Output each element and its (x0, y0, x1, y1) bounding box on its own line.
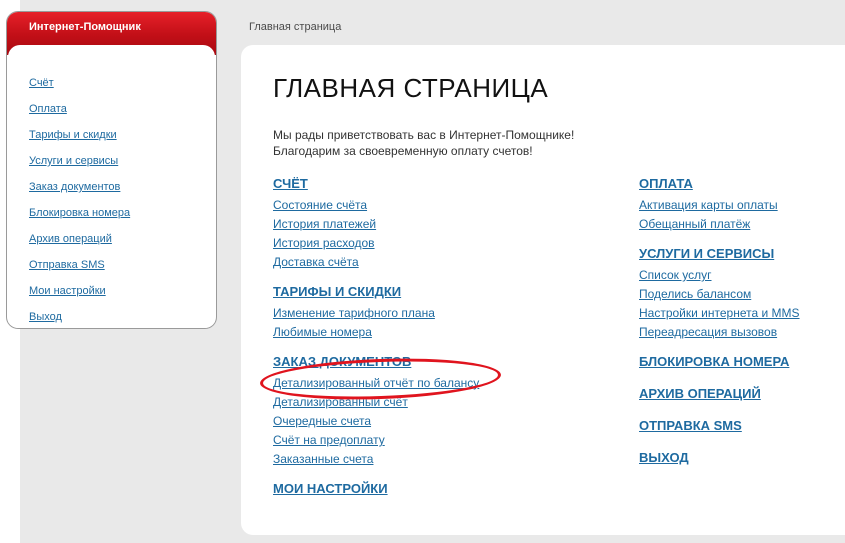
link-account-status[interactable]: Состояние счёта (273, 196, 479, 215)
link-ordered-bills[interactable]: Заказанные счета (273, 450, 479, 469)
sidebar-item-documents[interactable]: Заказ документов (29, 181, 120, 193)
sidebar-item-tariffs[interactable]: Тарифы и скидки (29, 129, 117, 141)
link-favorite-numbers[interactable]: Любимые номера (273, 323, 479, 342)
section-archive-title[interactable]: АРХИВ ОПЕРАЦИЙ (639, 386, 800, 406)
link-expense-history[interactable]: История расходов (273, 234, 479, 253)
link-detailed-bill[interactable]: Детализированный счёт (273, 393, 479, 412)
section-exit-title[interactable]: ВЫХОД (639, 450, 800, 470)
left-column: СЧЁТ Состояние счёта История платежей Ис… (273, 176, 479, 501)
section-tariffs-title[interactable]: ТАРИФЫ И СКИДКИ (273, 284, 479, 304)
page-title: ГЛАВНАЯ СТРАНИЦА (273, 73, 549, 103)
link-share-balance[interactable]: Поделись балансом (639, 285, 800, 304)
link-regular-bills[interactable]: Очередные счета (273, 412, 479, 431)
link-activate-payment-card[interactable]: Активация карты оплаты (639, 196, 800, 215)
section-payment-title[interactable]: ОПЛАТА (639, 176, 800, 196)
link-detailed-balance-report[interactable]: Детализированный отчёт по балансу (273, 374, 479, 393)
main-panel: ГЛАВНАЯ СТРАНИЦА Мы рады приветствовать … (241, 45, 845, 535)
sidebar-menu: Счёт Оплата Тарифы и скидки Услуги и сер… (8, 45, 215, 328)
section-settings-title[interactable]: МОИ НАСТРОЙКИ (273, 481, 479, 501)
link-call-forwarding[interactable]: Переадресация вызовов (639, 323, 800, 342)
sidebar-item-services[interactable]: Услуги и сервисы (29, 155, 118, 167)
link-change-tariff[interactable]: Изменение тарифного плана (273, 304, 479, 323)
intro-line-thanks: Благодарим за своевременную оплату счето… (273, 144, 533, 158)
sidebar-item-exit[interactable]: Выход (29, 311, 62, 323)
section-services-title[interactable]: УСЛУГИ И СЕРВИСЫ (639, 246, 800, 266)
sidebar-item-account[interactable]: Счёт (29, 77, 54, 89)
sidebar-item-settings[interactable]: Мои настройки (29, 285, 106, 297)
sidebar-title: Интернет-Помощник (29, 21, 141, 33)
sidebar-item-sms[interactable]: Отправка SMS (29, 259, 105, 271)
sidebar-item-archive[interactable]: Архив операций (29, 233, 112, 245)
link-bill-delivery[interactable]: Доставка счёта (273, 253, 479, 272)
link-internet-mms-settings[interactable]: Настройки интернета и MMS (639, 304, 800, 323)
link-prepayment-bill[interactable]: Счёт на предоплату (273, 431, 479, 450)
sidebar-item-payment[interactable]: Оплата (29, 103, 67, 115)
link-promised-payment[interactable]: Обещанный платёж (639, 215, 800, 234)
section-sms-title[interactable]: ОТПРАВКА SMS (639, 418, 800, 438)
section-documents-title[interactable]: ЗАКАЗ ДОКУМЕНТОВ (273, 354, 479, 374)
intro-text: Мы рады приветствовать вас в Интернет-По… (273, 127, 574, 159)
breadcrumb: Главная страница (249, 21, 342, 33)
sidebar-item-block-number[interactable]: Блокировка номера (29, 207, 130, 219)
section-block-number-title[interactable]: БЛОКИРОВКА НОМЕРА (639, 354, 800, 374)
section-account-title[interactable]: СЧЁТ (273, 176, 479, 196)
link-services-list[interactable]: Список услуг (639, 266, 800, 285)
intro-line-welcome: Мы рады приветствовать вас в Интернет-По… (273, 128, 575, 142)
sidebar: Интернет-Помощник Счёт Оплата Тарифы и с… (6, 11, 217, 329)
link-payment-history[interactable]: История платежей (273, 215, 479, 234)
right-column: ОПЛАТА Активация карты оплаты Обещанный … (639, 176, 800, 470)
